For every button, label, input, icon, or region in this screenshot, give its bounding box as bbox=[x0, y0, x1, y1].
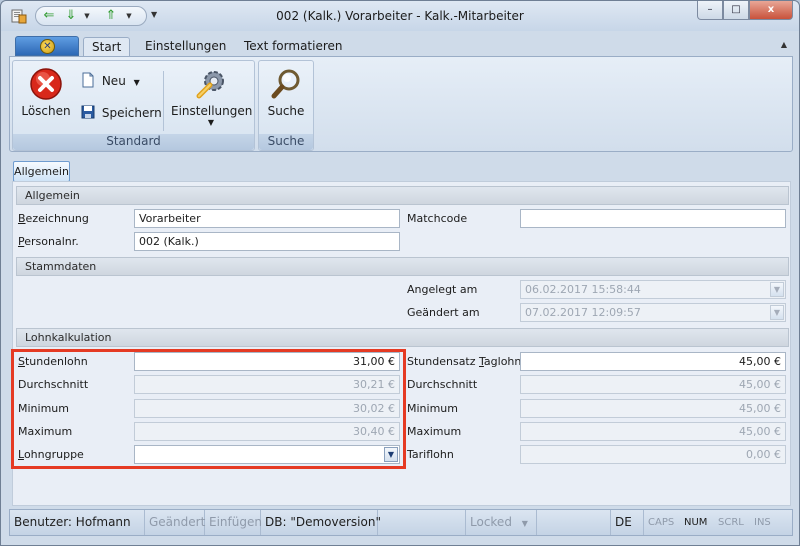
status-bar: Benutzer: Hofmann Geändert Einfügen DB: … bbox=[9, 509, 793, 536]
ribbon-tabs: ✕ Start Einstellungen Text formatieren ▲ bbox=[9, 34, 793, 57]
status-num: NUM bbox=[684, 517, 708, 528]
app-menu-icon: ✕ bbox=[40, 39, 55, 54]
status-language: DE bbox=[610, 510, 644, 535]
chevron-down-icon: ▼ bbox=[207, 118, 215, 127]
app-window: ⇐ ⇓ ▼ ⇑ ▼ ▼ 002 (Kalk.) Vorarbeiter - Ka… bbox=[0, 0, 800, 546]
status-locked[interactable]: Locked ▼ bbox=[465, 510, 537, 535]
window-title: 002 (Kalk.) Vorarbeiter - Kalk.-Mitarbei… bbox=[276, 9, 524, 23]
tab-einstellungen[interactable]: Einstellungen bbox=[137, 37, 234, 57]
status-insert: Einfügen bbox=[205, 510, 262, 535]
personnel-no-label: Personalnr. bbox=[18, 235, 79, 248]
day-minimum-field: 45,00 € bbox=[520, 399, 786, 418]
chevron-down-icon: ▼ bbox=[133, 78, 140, 87]
maximize-button[interactable]: □ bbox=[723, 1, 749, 20]
new-document-icon bbox=[82, 72, 94, 88]
day-average-field: 45,00 € bbox=[520, 375, 786, 394]
ribbon: Löschen Neu ▼ Speichern Einstellungen ▼ … bbox=[9, 56, 793, 152]
status-changed: Geändert bbox=[145, 510, 205, 535]
ribbon-collapse-icon[interactable]: ▲ bbox=[781, 40, 787, 49]
day-maximum-label: Maximum bbox=[407, 425, 462, 438]
created-field: 06.02.2017 15:58:44 ▼ bbox=[520, 280, 786, 299]
group-label-standard: Standard bbox=[13, 134, 254, 150]
close-button[interactable]: x bbox=[749, 1, 793, 20]
status-ins: INS bbox=[754, 517, 771, 528]
ribbon-group-standard: Löschen Neu ▼ Speichern Einstellungen ▼ … bbox=[12, 60, 255, 151]
designation-label: Bezeichnung bbox=[18, 212, 89, 225]
delete-icon bbox=[30, 68, 62, 100]
highlight-box bbox=[11, 349, 406, 469]
created-label: Angelegt am bbox=[407, 283, 478, 296]
minimize-button[interactable]: – bbox=[697, 1, 723, 20]
window-controls: – □ x bbox=[697, 1, 793, 20]
chevron-down-icon: ▼ bbox=[770, 305, 784, 320]
day-maximum-field: 45,00 € bbox=[520, 422, 786, 441]
changed-field: 07.02.2017 12:09:57 ▼ bbox=[520, 303, 786, 322]
new-button[interactable]: Neu ▼ bbox=[81, 71, 140, 91]
settings-label: Einstellungen bbox=[171, 104, 253, 118]
matchcode-field[interactable] bbox=[520, 209, 786, 228]
locked-label: Locked bbox=[470, 515, 512, 529]
status-user: Benutzer: Hofmann bbox=[10, 510, 145, 535]
tariff-wage-field: 0,00 € bbox=[520, 445, 786, 464]
new-label: Neu bbox=[101, 74, 126, 88]
chevron-down-icon: ▼ bbox=[521, 519, 528, 528]
settings-button[interactable]: Einstellungen ▼ bbox=[171, 67, 253, 127]
changed-value: 07.02.2017 12:09:57 bbox=[525, 306, 641, 319]
day-average-label: Durchschnitt bbox=[407, 378, 478, 391]
delete-label: Löschen bbox=[21, 104, 71, 118]
designation-field[interactable]: Vorarbeiter bbox=[134, 209, 400, 228]
save-button[interactable]: Speichern bbox=[81, 103, 162, 123]
tab-allgemein[interactable]: Allgemein bbox=[13, 161, 70, 182]
title-bar: ⇐ ⇓ ▼ ⇑ ▼ ▼ 002 (Kalk.) Vorarbeiter - Ka… bbox=[1, 1, 799, 31]
search-label: Suche bbox=[267, 104, 305, 118]
tariff-wage-label: Tariflohn bbox=[407, 448, 454, 461]
section-header-allgemein: Allgemein bbox=[16, 186, 789, 205]
save-icon bbox=[81, 105, 95, 119]
save-label: Speichern bbox=[101, 106, 162, 120]
status-caps: CAPS bbox=[648, 517, 675, 528]
chevron-down-icon: ▼ bbox=[770, 282, 784, 297]
section-header-stammdaten: Stammdaten bbox=[16, 257, 789, 276]
changed-label: Geändert am bbox=[407, 306, 480, 319]
day-rate-label: Stundensatz Taglohn bbox=[407, 355, 522, 368]
section-header-lohnkalkulation: Lohnkalkulation bbox=[16, 328, 789, 347]
day-rate-field[interactable]: 45,00 € bbox=[520, 352, 786, 371]
gear-icon bbox=[196, 71, 224, 99]
status-database: DB: "Demoversion" bbox=[261, 510, 381, 535]
ribbon-group-search: Suche Suche bbox=[258, 60, 314, 151]
group-label-search: Suche bbox=[259, 134, 313, 150]
search-icon bbox=[271, 69, 300, 99]
day-minimum-label: Minimum bbox=[407, 402, 458, 415]
tab-start[interactable]: Start bbox=[83, 37, 131, 57]
tab-text-formatieren[interactable]: Text formatieren bbox=[236, 37, 351, 57]
created-value: 06.02.2017 15:58:44 bbox=[525, 283, 641, 296]
personnel-no-field[interactable]: 002 (Kalk.) bbox=[134, 232, 400, 251]
matchcode-label: Matchcode bbox=[407, 212, 468, 225]
search-button[interactable]: Suche bbox=[261, 67, 311, 118]
delete-button[interactable]: Löschen bbox=[18, 67, 74, 118]
group-separator bbox=[163, 71, 164, 131]
application-menu-button[interactable]: ✕ bbox=[15, 36, 79, 56]
status-scrl: SCRL bbox=[718, 517, 744, 528]
